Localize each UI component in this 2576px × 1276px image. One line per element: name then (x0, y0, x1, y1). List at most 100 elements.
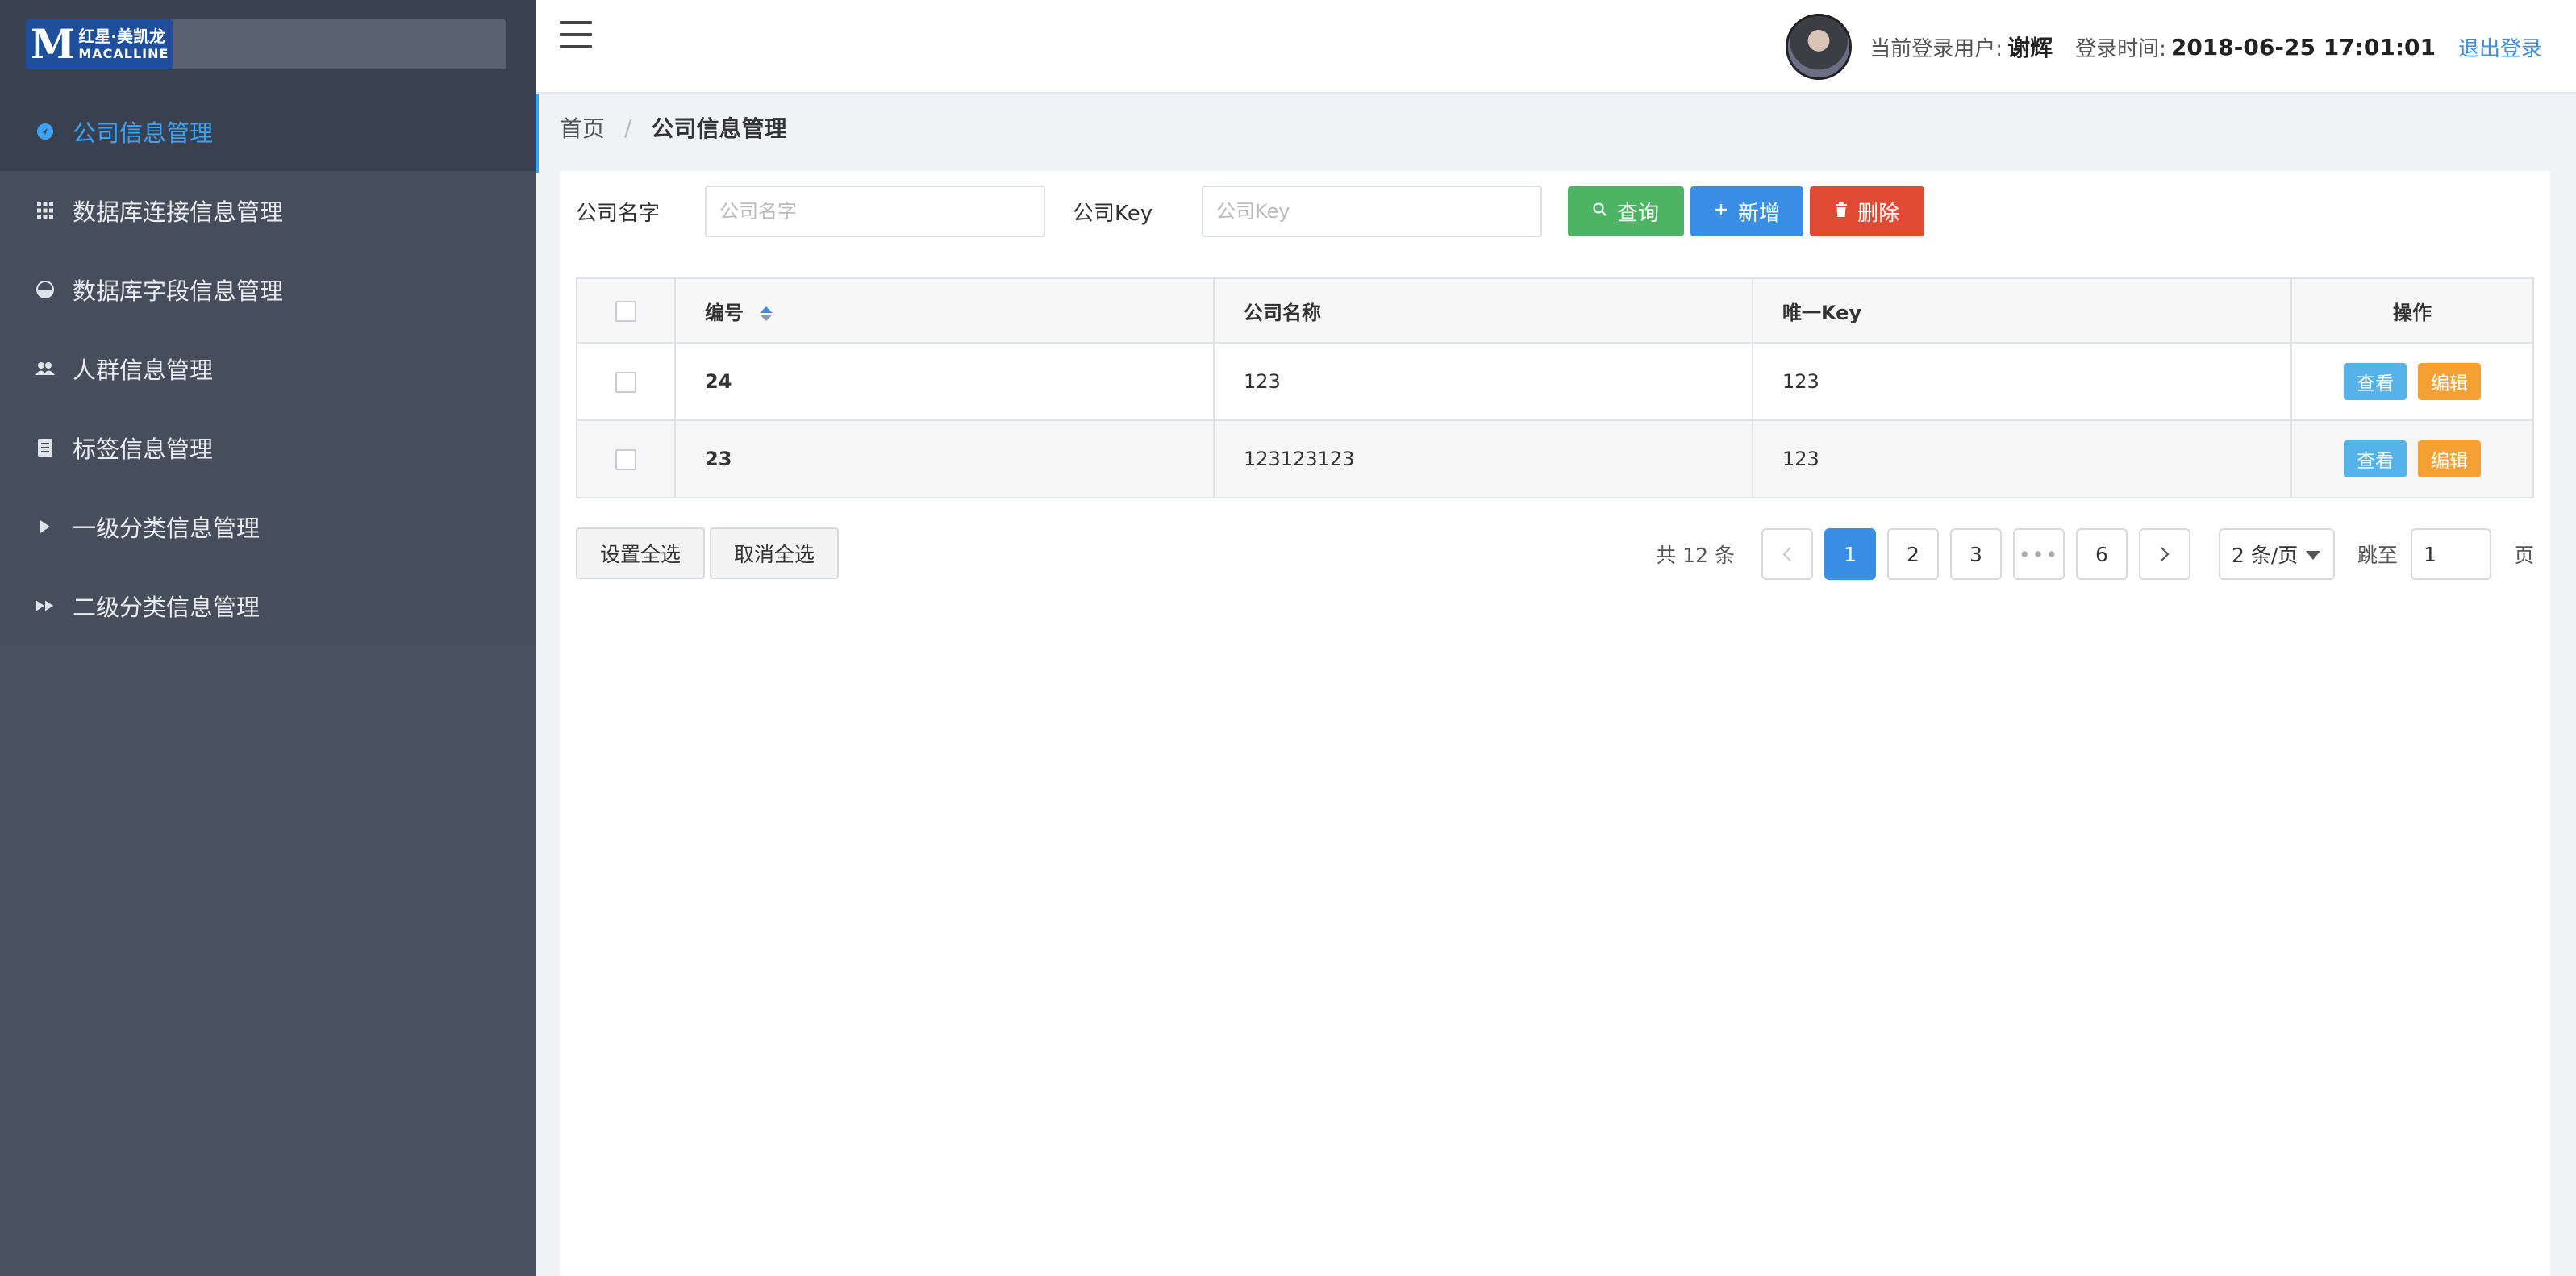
cell-id: 24 (674, 342, 1215, 421)
cell-actions: 查看 编辑 (2290, 342, 2534, 421)
pagination: 共 12 条 1 2 3 ••• 6 2 条/页 跳至 页 (1656, 527, 2534, 581)
page-unit-label: 页 (2513, 544, 2534, 567)
logo-area: M 红星·美凯龙 MACALLINE (0, 0, 536, 92)
company-name-label: 公司名字 (576, 201, 661, 226)
column-unique-key: 唯一Key (1752, 277, 2292, 344)
chevron-right-icon (2161, 547, 2170, 561)
search-icon (1593, 202, 1607, 221)
brand-logo[interactable]: M 红星·美凯龙 MACALLINE (26, 19, 173, 69)
select-all-button[interactable]: 设置全选 (576, 527, 705, 579)
trash-icon (1835, 202, 1848, 221)
cell-actions: 查看 编辑 (2290, 419, 2534, 498)
sidebar-item-label: 数据库字段信息管理 (73, 277, 284, 305)
sidebar: M 红星·美凯龙 MACALLINE 公司信息管理 数据库连接信息管理 数据库字… (0, 0, 536, 1276)
top-header: 当前登录用户: 谢辉 登录时间: 2018-06-25 17:01:01 退出登… (536, 0, 2576, 94)
cell-unique-key: 123 (1752, 342, 2292, 421)
page-button-2[interactable]: 2 (1886, 528, 1939, 580)
header-checkbox-cell (576, 277, 676, 344)
content-panel: 公司名字 公司Key 查询 新增 删除 编号 (560, 171, 2550, 1276)
logo-bar: M 红星·美凯龙 MACALLINE (26, 19, 506, 69)
login-time-value: 2018-06-25 17:01:01 (2170, 33, 2436, 60)
delete-button[interactable]: 删除 (1810, 186, 1924, 236)
cell-company-name: 123 (1213, 342, 1753, 421)
add-button[interactable]: 新增 (1690, 186, 1803, 236)
table-footer: 设置全选 取消全选 共 12 条 1 2 3 ••• 6 2 条/页 跳至 页 (576, 527, 2534, 581)
caret-down-icon (2305, 551, 2320, 560)
view-button[interactable]: 查看 (2344, 440, 2407, 477)
query-button[interactable]: 查询 (1568, 186, 1684, 236)
sidebar-item-label: 标签信息管理 (73, 436, 214, 463)
cell-id: 23 (674, 419, 1215, 498)
delete-label: 删除 (1857, 201, 1899, 226)
user-label: 当前登录用户: (1869, 36, 2003, 61)
jump-label: 跳至 (2357, 544, 2398, 567)
table-row: 24 123 123 查看 编辑 (576, 342, 2534, 421)
sidebar-item-crowd[interactable]: 人群信息管理 (0, 329, 536, 408)
search-bar: 公司名字 公司Key 查询 新增 删除 (576, 186, 1924, 237)
row-checkbox-cell (576, 419, 676, 498)
row-checkbox-cell (576, 342, 676, 421)
jump-page-input[interactable] (2410, 528, 2491, 580)
sidebar-item-db-connection[interactable]: 数据库连接信息管理 (0, 171, 536, 250)
sidebar-item-category-2[interactable]: 二级分类信息管理 (0, 566, 536, 645)
login-time-label: 登录时间: (2075, 36, 2166, 61)
page-ellipsis[interactable]: ••• (2012, 528, 2065, 580)
select-all-checkbox[interactable] (615, 301, 636, 322)
users-icon (35, 359, 55, 378)
add-label: 新增 (1737, 201, 1780, 226)
breadcrumb: 首页 / 公司信息管理 (560, 111, 786, 144)
edit-button[interactable]: 编辑 (2417, 363, 2481, 400)
deselect-all-button[interactable]: 取消全选 (710, 527, 839, 579)
active-accent-line (536, 94, 539, 173)
sidebar-item-label: 人群信息管理 (73, 357, 214, 384)
total-count: 共 12 条 (1656, 544, 1735, 567)
user-info: 当前登录用户: 谢辉 登录时间: 2018-06-25 17:01:01 退出登… (1786, 14, 2542, 80)
sidebar-item-label: 二级分类信息管理 (73, 594, 261, 621)
company-key-input[interactable] (1202, 186, 1542, 237)
column-company-name: 公司名称 (1213, 277, 1753, 344)
breadcrumb-current: 公司信息管理 (651, 115, 787, 142)
prev-page-button[interactable] (1761, 528, 1813, 580)
page-size-select[interactable]: 2 条/页 (2218, 528, 2335, 580)
fast-forward-icon (35, 596, 55, 615)
page-button-3[interactable]: 3 (1949, 528, 2002, 580)
page-button-1[interactable]: 1 (1824, 528, 1876, 580)
chevron-left-icon (1782, 547, 1791, 561)
logo-text: 红星·美凯龙 MACALLINE (78, 27, 169, 62)
sidebar-item-company[interactable]: 公司信息管理 (0, 92, 536, 171)
sidebar-item-label: 数据库连接信息管理 (73, 198, 284, 226)
grid-icon (35, 201, 55, 220)
cell-company-name: 123123123 (1213, 419, 1753, 498)
logo-letter: M (31, 20, 75, 68)
logout-link[interactable]: 退出登录 (2458, 32, 2542, 62)
company-table: 编号 公司名称 唯一Key 操作 24 123 123 查看 编辑 23 123… (576, 277, 2534, 498)
table-row: 23 123123123 123 查看 编辑 (576, 419, 2534, 498)
sidebar-item-category-1[interactable]: 一级分类信息管理 (0, 487, 536, 566)
book-icon (35, 438, 55, 457)
plus-icon (1714, 202, 1728, 221)
table-header-row: 编号 公司名称 唯一Key 操作 (576, 277, 2534, 344)
view-button[interactable]: 查看 (2344, 363, 2407, 400)
company-name-input[interactable] (705, 186, 1045, 237)
page-button-6[interactable]: 6 (2075, 528, 2128, 580)
sidebar-menu: 公司信息管理 数据库连接信息管理 数据库字段信息管理 人群信息管理 标签信息管理 (0, 92, 536, 645)
circle-arrow-icon (35, 122, 55, 141)
user-name: 谢辉 (2007, 35, 2053, 61)
page-size-value: 2 条/页 (2231, 544, 2299, 567)
pie-icon (35, 280, 55, 299)
avatar[interactable] (1786, 14, 1853, 80)
breadcrumb-home[interactable]: 首页 (560, 111, 605, 144)
column-id[interactable]: 编号 (674, 277, 1215, 344)
menu-toggle-icon[interactable] (560, 21, 592, 48)
next-page-button[interactable] (2138, 528, 2190, 580)
breadcrumb-separator: / (624, 114, 632, 141)
edit-button[interactable]: 编辑 (2417, 440, 2481, 477)
sort-icon[interactable] (760, 306, 773, 321)
query-label: 查询 (1616, 201, 1659, 226)
sidebar-item-tag[interactable]: 标签信息管理 (0, 408, 536, 487)
row-checkbox[interactable] (615, 372, 636, 393)
logo-cn: 红星·美凯龙 (78, 27, 165, 46)
logo-en: MACALLINE (78, 46, 169, 61)
row-checkbox[interactable] (615, 449, 636, 470)
sidebar-item-db-field[interactable]: 数据库字段信息管理 (0, 250, 536, 329)
